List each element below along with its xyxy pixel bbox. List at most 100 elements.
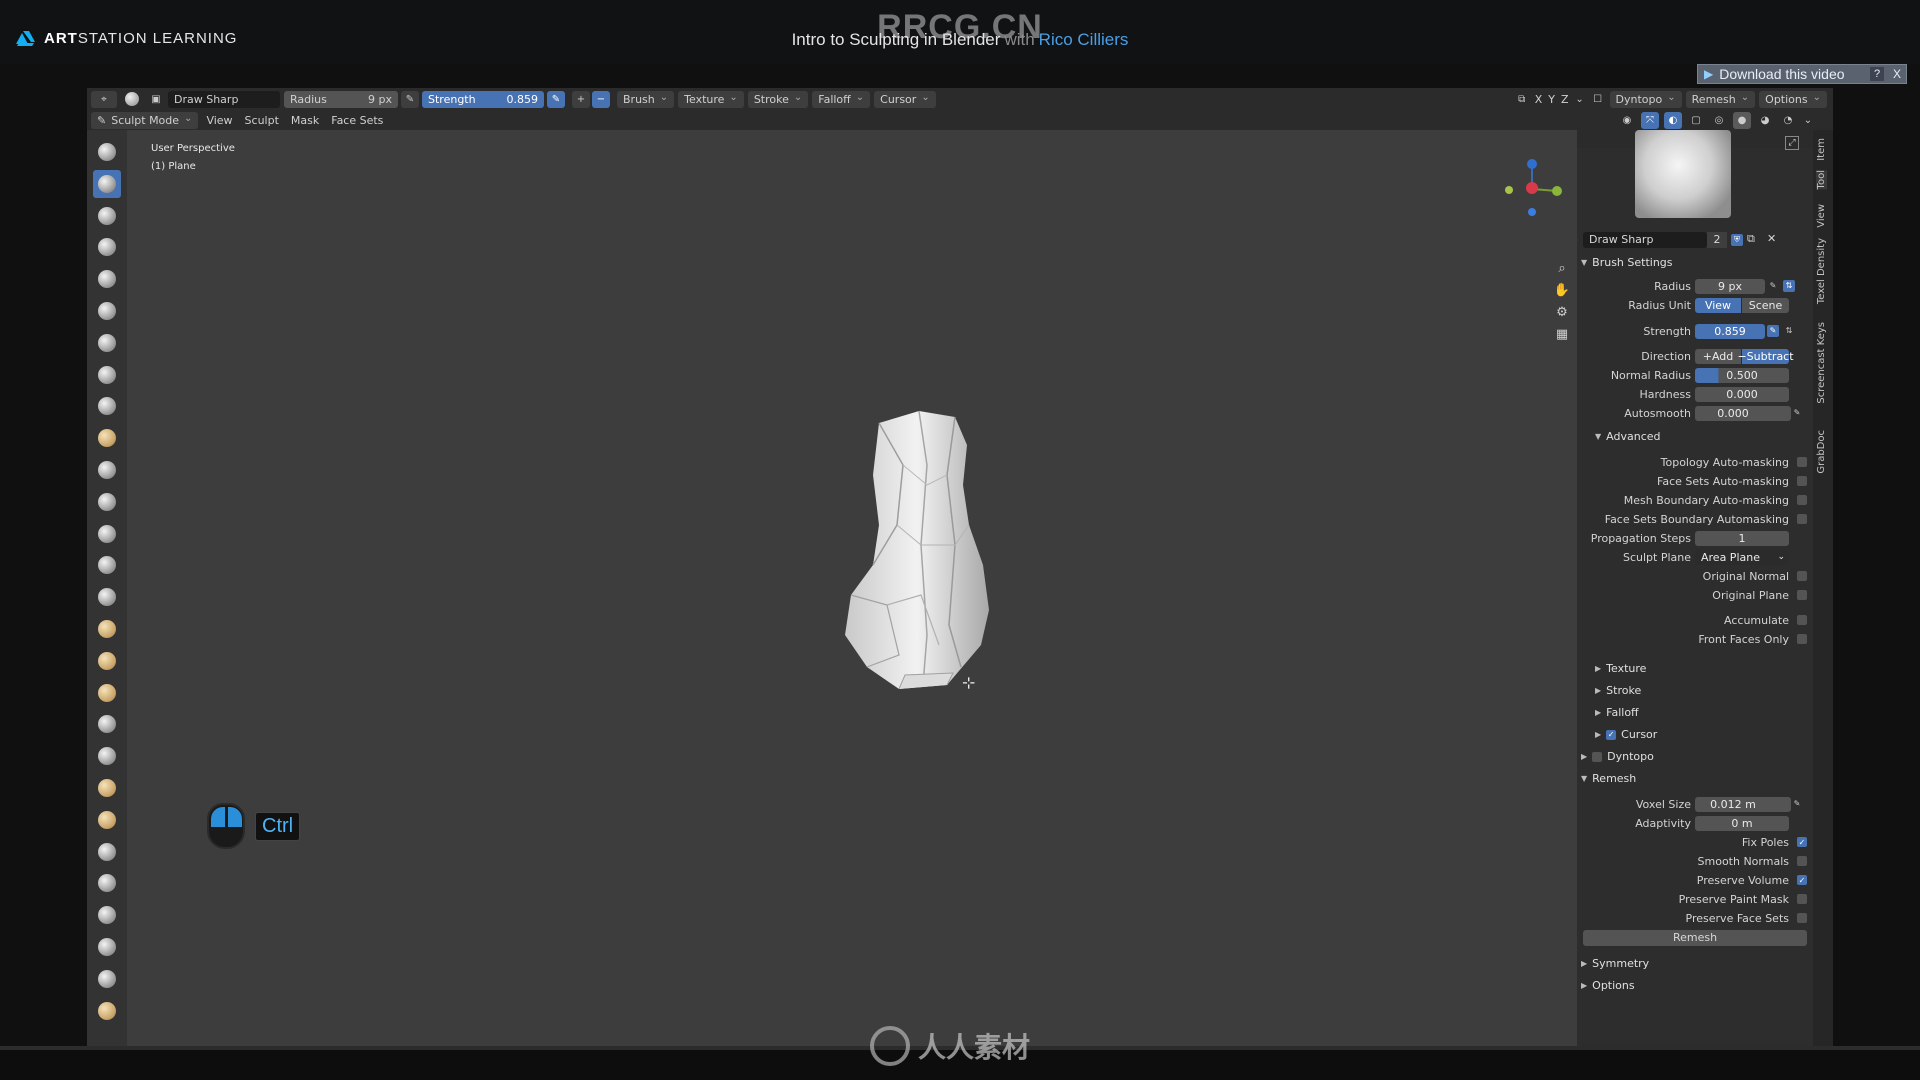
tab-grabdoc[interactable]: GrabDoc <box>1816 430 1827 474</box>
sculpt-brush-tool-icon[interactable] <box>93 615 121 643</box>
sculpt-brush-tool-icon[interactable] <box>93 361 121 389</box>
remesh-button[interactable]: Remesh <box>1583 930 1807 946</box>
cursor-menu[interactable]: Cursor <box>874 90 936 108</box>
sculpt-brush-tool-icon[interactable] <box>93 997 121 1025</box>
symmetry-z-toggle[interactable]: Z <box>1558 91 1572 108</box>
3d-viewport[interactable]: User Perspective (1) Plane ⌕ ✋ ⚙ ▦ ⊹ Ctr… <box>127 130 1577 1046</box>
cursor-panel-header[interactable]: ▶ ✓ Cursor <box>1595 728 1657 741</box>
grid-perspective-icon[interactable]: ▦ <box>1553 326 1571 344</box>
sculpt-brush-tool-icon[interactable] <box>93 647 121 675</box>
adaptivity-input[interactable]: 0 m <box>1695 815 1789 831</box>
sculpt-brush-tool-icon[interactable] <box>93 169 121 198</box>
falloff-menu[interactable]: Falloff <box>812 90 871 108</box>
sculpt-brush-tool-icon[interactable] <box>93 520 121 548</box>
tab-tool[interactable]: Tool <box>1816 170 1827 190</box>
fake-user-shield-icon[interactable]: ⛨ <box>1731 234 1743 246</box>
sculpt-mode-dropdown[interactable]: ✎ Sculpt Mode <box>91 111 199 129</box>
unlink-brush-icon[interactable]: ✕ <box>1767 232 1776 245</box>
material-shading-icon[interactable]: ◕ <box>1756 112 1774 129</box>
solid-shading-icon[interactable]: ● <box>1733 111 1751 129</box>
pan-hand-icon[interactable]: ✋ <box>1553 282 1571 300</box>
close-button[interactable]: X <box>1890 67 1904 81</box>
sculpted-rock-mesh[interactable] <box>827 405 1027 705</box>
sculpt-brush-tool-icon[interactable] <box>93 456 121 484</box>
smooth-normals-checkbox[interactable] <box>1797 856 1807 866</box>
sculpt-plane-dropdown[interactable]: Area Plane ⌄ <box>1695 549 1789 565</box>
sculpt-brush-tool-icon[interactable] <box>93 424 121 452</box>
dyntopo-menu[interactable]: Dyntopo <box>1609 90 1682 108</box>
dyntopo-panel-header[interactable]: ▶ Dyntopo <box>1581 750 1654 763</box>
original-normal-checkbox[interactable] <box>1797 571 1807 581</box>
cursor-checkbox[interactable]: ✓ <box>1606 729 1617 740</box>
strength-pressure-icon[interactable]: ✎ <box>1767 325 1779 337</box>
sculpt-brush-tool-icon[interactable] <box>93 329 121 357</box>
sculpt-brush-tool-icon[interactable] <box>93 551 121 579</box>
facesets-automasking-checkbox[interactable] <box>1797 476 1807 486</box>
sculpt-brush-tool-icon[interactable] <box>93 233 121 261</box>
texture-panel-header[interactable]: ▶ Texture <box>1595 662 1646 675</box>
symmetry-panel-header[interactable]: ▶ Symmetry <box>1581 957 1649 970</box>
sculpt-brush-tool-icon[interactable] <box>93 265 121 293</box>
sculpt-brush-tool-icon[interactable] <box>93 774 121 802</box>
normal-radius-slider[interactable]: 0.500 <box>1695 367 1789 383</box>
brush-thumbnail[interactable] <box>1635 130 1731 218</box>
texture-menu[interactable]: Texture <box>678 90 744 108</box>
preserve-paint-mask-checkbox[interactable] <box>1797 894 1807 904</box>
rendered-shading-icon[interactable]: ◔ <box>1779 112 1797 129</box>
sculpt-brush-tool-icon[interactable] <box>93 901 121 929</box>
sculpt-brush-tool-icon[interactable] <box>93 392 121 420</box>
propagation-steps-input[interactable]: 1 <box>1695 530 1789 546</box>
direction-add[interactable]: + Add <box>1695 348 1741 364</box>
zoom-icon[interactable]: ⌕ <box>1553 260 1571 278</box>
falloff-panel-header[interactable]: ▶ Falloff <box>1595 706 1639 719</box>
strength-pressure-icon[interactable]: ✎ <box>547 90 565 108</box>
sculpt-brush-tool-icon[interactable] <box>93 202 121 230</box>
brush-menu[interactable]: Brush <box>617 90 675 108</box>
front-faces-checkbox[interactable] <box>1797 634 1807 644</box>
brush-datablock-icon[interactable]: ▣ <box>147 91 165 108</box>
gizmo-toggle-icon[interactable]: ⤧ <box>1641 111 1659 129</box>
face-sets-menu[interactable]: Face Sets <box>325 112 389 129</box>
strength-field[interactable]: Strength 0.859 <box>422 90 544 108</box>
facesetsboundary-automasking-checkbox[interactable] <box>1797 514 1807 524</box>
hardness-slider[interactable]: 0.000 <box>1695 386 1789 402</box>
sculpt-brush-tool-icon[interactable] <box>93 965 121 993</box>
voxel-size-input[interactable]: 0.012 m <box>1695 796 1791 812</box>
symmetry-x-toggle[interactable]: X <box>1532 91 1546 108</box>
options-panel-header[interactable]: ▶ Options <box>1581 979 1635 992</box>
direction-subtract[interactable]: − Subtract <box>1737 348 1794 364</box>
options-menu[interactable]: Options <box>1759 90 1827 108</box>
navigation-gizmo[interactable] <box>1497 154 1567 224</box>
preserve-face-sets-checkbox[interactable] <box>1797 913 1807 923</box>
symmetry-lock-icon[interactable]: ⧉ <box>1513 91 1531 108</box>
sculpt-brush-tool-icon[interactable] <box>93 869 121 897</box>
editor-type-dropdown[interactable]: ⌖ <box>91 90 117 108</box>
duplicate-brush-icon[interactable]: ⧉ <box>1747 232 1755 246</box>
autosmooth-slider[interactable]: 0.000 <box>1695 405 1791 421</box>
sculpt-menu[interactable]: Sculpt <box>239 112 285 129</box>
symmetry-options-icon[interactable]: ⌄ <box>1573 91 1587 108</box>
sculpt-brush-tool-icon[interactable] <box>93 710 121 738</box>
remesh-panel-header[interactable]: ▼ Remesh <box>1581 772 1636 785</box>
brush-name-field[interactable]: Draw Sharp <box>168 90 280 108</box>
symmetry-y-toggle[interactable]: Y <box>1545 91 1558 108</box>
sculpt-brush-tool-icon[interactable] <box>93 138 121 166</box>
tab-view[interactable]: View <box>1816 204 1827 228</box>
radius-pressure-icon[interactable]: ✎ <box>401 90 419 108</box>
sculpt-brush-tool-icon[interactable] <box>93 806 121 834</box>
tab-texel-density[interactable]: Texel Density <box>1816 238 1827 304</box>
dyntopo-checkbox[interactable]: ☐ <box>1589 91 1607 108</box>
add-direction-button[interactable]: + <box>572 90 590 108</box>
author-link[interactable]: Rico Cilliers <box>1039 30 1129 49</box>
sculpt-brush-tool-icon[interactable] <box>93 933 121 961</box>
remesh-menu[interactable]: Remesh <box>1685 90 1756 108</box>
brush-preview-icon[interactable] <box>119 91 145 108</box>
radius-input[interactable]: 9 px <box>1695 278 1765 294</box>
sculpt-brush-tool-icon[interactable] <box>93 297 121 325</box>
strength-input[interactable]: 0.859 <box>1695 323 1765 339</box>
fix-poles-checkbox[interactable]: ✓ <box>1797 837 1807 847</box>
eyedropper-icon[interactable]: ✎ <box>1791 798 1803 810</box>
mask-menu[interactable]: Mask <box>285 112 325 129</box>
tab-screencast-keys[interactable]: Screencast Keys <box>1816 322 1827 404</box>
sculpt-brush-tool-icon[interactable] <box>93 583 121 611</box>
